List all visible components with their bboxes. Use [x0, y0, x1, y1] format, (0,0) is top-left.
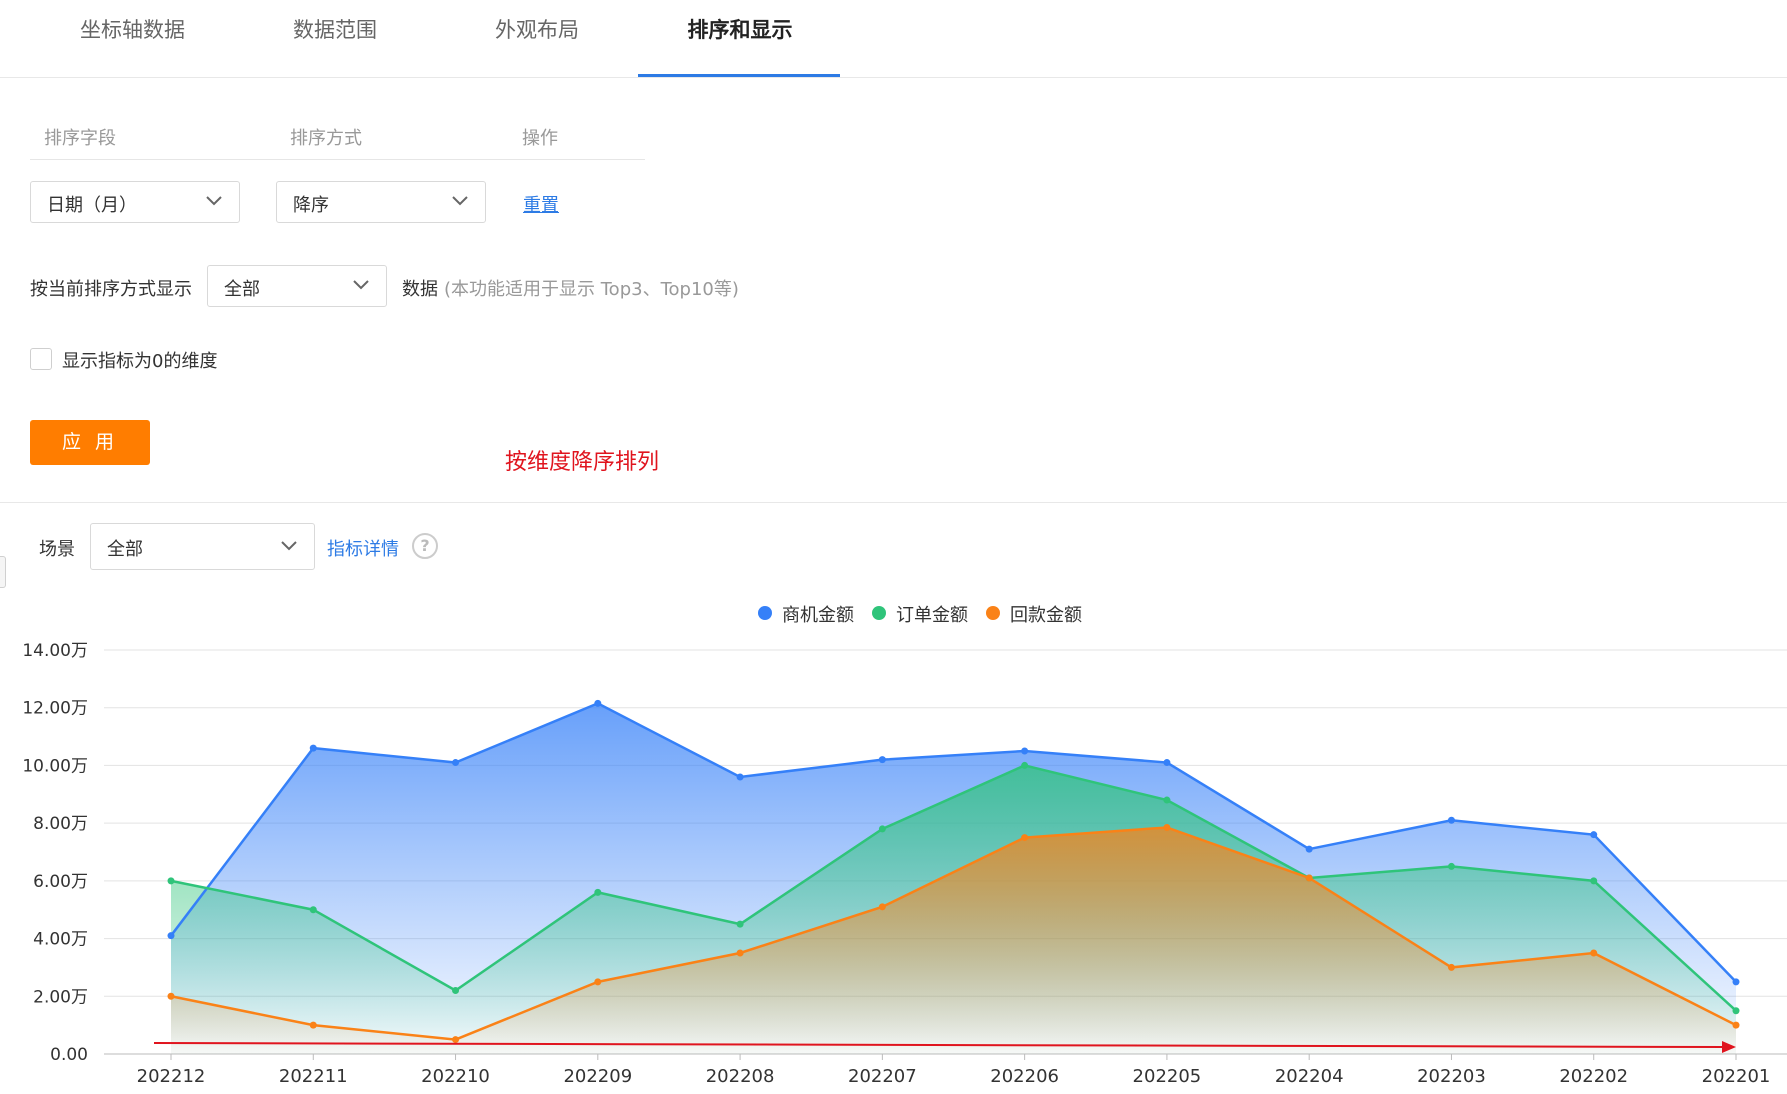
data-point — [594, 978, 602, 986]
data-point — [452, 987, 460, 995]
apply-button[interactable]: 应 用 — [30, 420, 150, 465]
data-point — [1021, 834, 1029, 842]
data-point — [309, 744, 317, 752]
x-tick-label: 202210 — [421, 1066, 490, 1087]
chevron-down-icon — [452, 196, 468, 206]
show-zero-checkbox[interactable] — [30, 348, 52, 370]
legend-dot — [758, 606, 772, 620]
data-point — [309, 1021, 317, 1029]
section-divider — [0, 502, 1787, 503]
data-point — [1447, 816, 1455, 824]
y-tick-label: 0.00 — [50, 1045, 88, 1065]
chevron-down-icon — [281, 541, 297, 551]
line-area-chart: 0.00 2.00万 4.00万 6.00万 8.00万 10.00万 12.00万 14.0… — [22, 641, 1787, 1087]
show-zero-label: 显示指标为0的维度 — [62, 351, 218, 372]
data-point — [1163, 759, 1171, 767]
scene-value: 全部 — [107, 539, 143, 560]
reset-link[interactable]: 重置 — [523, 191, 559, 217]
data-point — [736, 773, 744, 781]
side-collapse-handle[interactable] — [0, 556, 6, 588]
legend-label: 商机金额 — [782, 605, 854, 626]
sort-order-select[interactable]: 降序 — [276, 181, 486, 223]
x-tick-label: 202203 — [1417, 1066, 1486, 1087]
x-tick-label: 202205 — [1133, 1066, 1202, 1087]
data-point — [878, 825, 886, 833]
x-tick-label: 202212 — [137, 1066, 206, 1087]
y-tick-label: 6.00万 — [33, 872, 88, 892]
x-tick-label: 202211 — [279, 1066, 348, 1087]
chevron-down-icon — [206, 196, 222, 206]
data-point — [1021, 747, 1029, 755]
y-tick-label: 12.00万 — [22, 699, 88, 719]
display-count-select[interactable]: 全部 — [207, 265, 387, 307]
sort-order-value: 降序 — [293, 195, 329, 216]
display-prefix-label: 按当前排序方式显示 — [30, 279, 192, 300]
display-suffix-label: 数据 — [402, 279, 438, 300]
x-tick-label: 202201 — [1702, 1066, 1771, 1087]
data-point — [452, 1036, 460, 1044]
data-point — [1447, 963, 1455, 971]
legend-dot — [872, 606, 886, 620]
data-point — [1305, 874, 1313, 882]
data-point — [1732, 1021, 1740, 1029]
data-point — [1021, 761, 1029, 769]
data-point — [878, 756, 886, 764]
data-point — [1590, 877, 1598, 885]
data-point — [452, 759, 460, 767]
sort-field-header: 排序字段 — [44, 128, 116, 149]
metric-detail-link[interactable]: 指标详情 — [327, 535, 399, 561]
scene-label: 场景 — [39, 539, 75, 560]
data-point — [736, 949, 744, 957]
y-tick-label: 2.00万 — [33, 987, 88, 1007]
data-point — [309, 906, 317, 914]
operation-header: 操作 — [522, 128, 558, 149]
x-tick-label: 202204 — [1275, 1066, 1344, 1087]
data-point — [1163, 796, 1171, 804]
scene-select[interactable]: 全部 — [90, 523, 315, 570]
display-hint: (本功能适用于显示 Top3、Top10等) — [444, 279, 739, 300]
data-point — [1163, 823, 1171, 831]
x-tick-label: 202207 — [848, 1066, 917, 1087]
question-circle-icon[interactable]: ? — [412, 533, 438, 559]
data-point — [1732, 1007, 1740, 1015]
data-point — [1732, 978, 1740, 986]
data-point — [1447, 862, 1455, 870]
y-tick-label: 8.00万 — [33, 814, 88, 834]
data-point — [594, 699, 602, 707]
y-tick-label: 14.00万 — [22, 641, 88, 661]
legend-label: 回款金额 — [1010, 605, 1082, 626]
data-point — [1305, 845, 1313, 853]
active-tab-indicator — [638, 74, 840, 77]
data-point — [167, 932, 175, 940]
data-point — [167, 877, 175, 885]
y-tick-label: 4.00万 — [33, 930, 88, 950]
x-tick-label: 202206 — [990, 1066, 1059, 1087]
tab-data-range[interactable]: 数据范围 — [280, 14, 390, 78]
legend-label: 订单金额 — [896, 605, 968, 626]
tab-appearance[interactable]: 外观布局 — [482, 14, 592, 78]
y-tick-label: 10.00万 — [22, 756, 88, 776]
x-tick-label: 202208 — [706, 1066, 775, 1087]
sort-order-header: 排序方式 — [290, 128, 362, 149]
display-count-value: 全部 — [224, 279, 260, 300]
tab-axis-data[interactable]: 坐标轴数据 — [70, 14, 195, 78]
tab-sort-display[interactable]: 排序和显示 — [680, 14, 800, 78]
data-point — [167, 992, 175, 1000]
annotation-text: 按维度降序排列 — [505, 450, 660, 475]
data-point — [878, 903, 886, 911]
sort-table-header: 排序字段 排序方式 操作 — [30, 118, 645, 160]
legend-dot — [986, 606, 1000, 620]
data-point — [1590, 831, 1598, 839]
sort-field-select[interactable]: 日期（月） — [30, 181, 240, 223]
data-point — [1590, 949, 1598, 957]
tab-bar: 坐标轴数据 数据范围 外观布局 排序和显示 — [0, 0, 1787, 78]
sort-field-value: 日期（月） — [47, 195, 137, 216]
chevron-down-icon — [353, 280, 369, 290]
x-tick-label: 202202 — [1559, 1066, 1628, 1087]
data-point — [736, 920, 744, 928]
data-point — [594, 888, 602, 896]
x-tick-label: 202209 — [563, 1066, 632, 1087]
